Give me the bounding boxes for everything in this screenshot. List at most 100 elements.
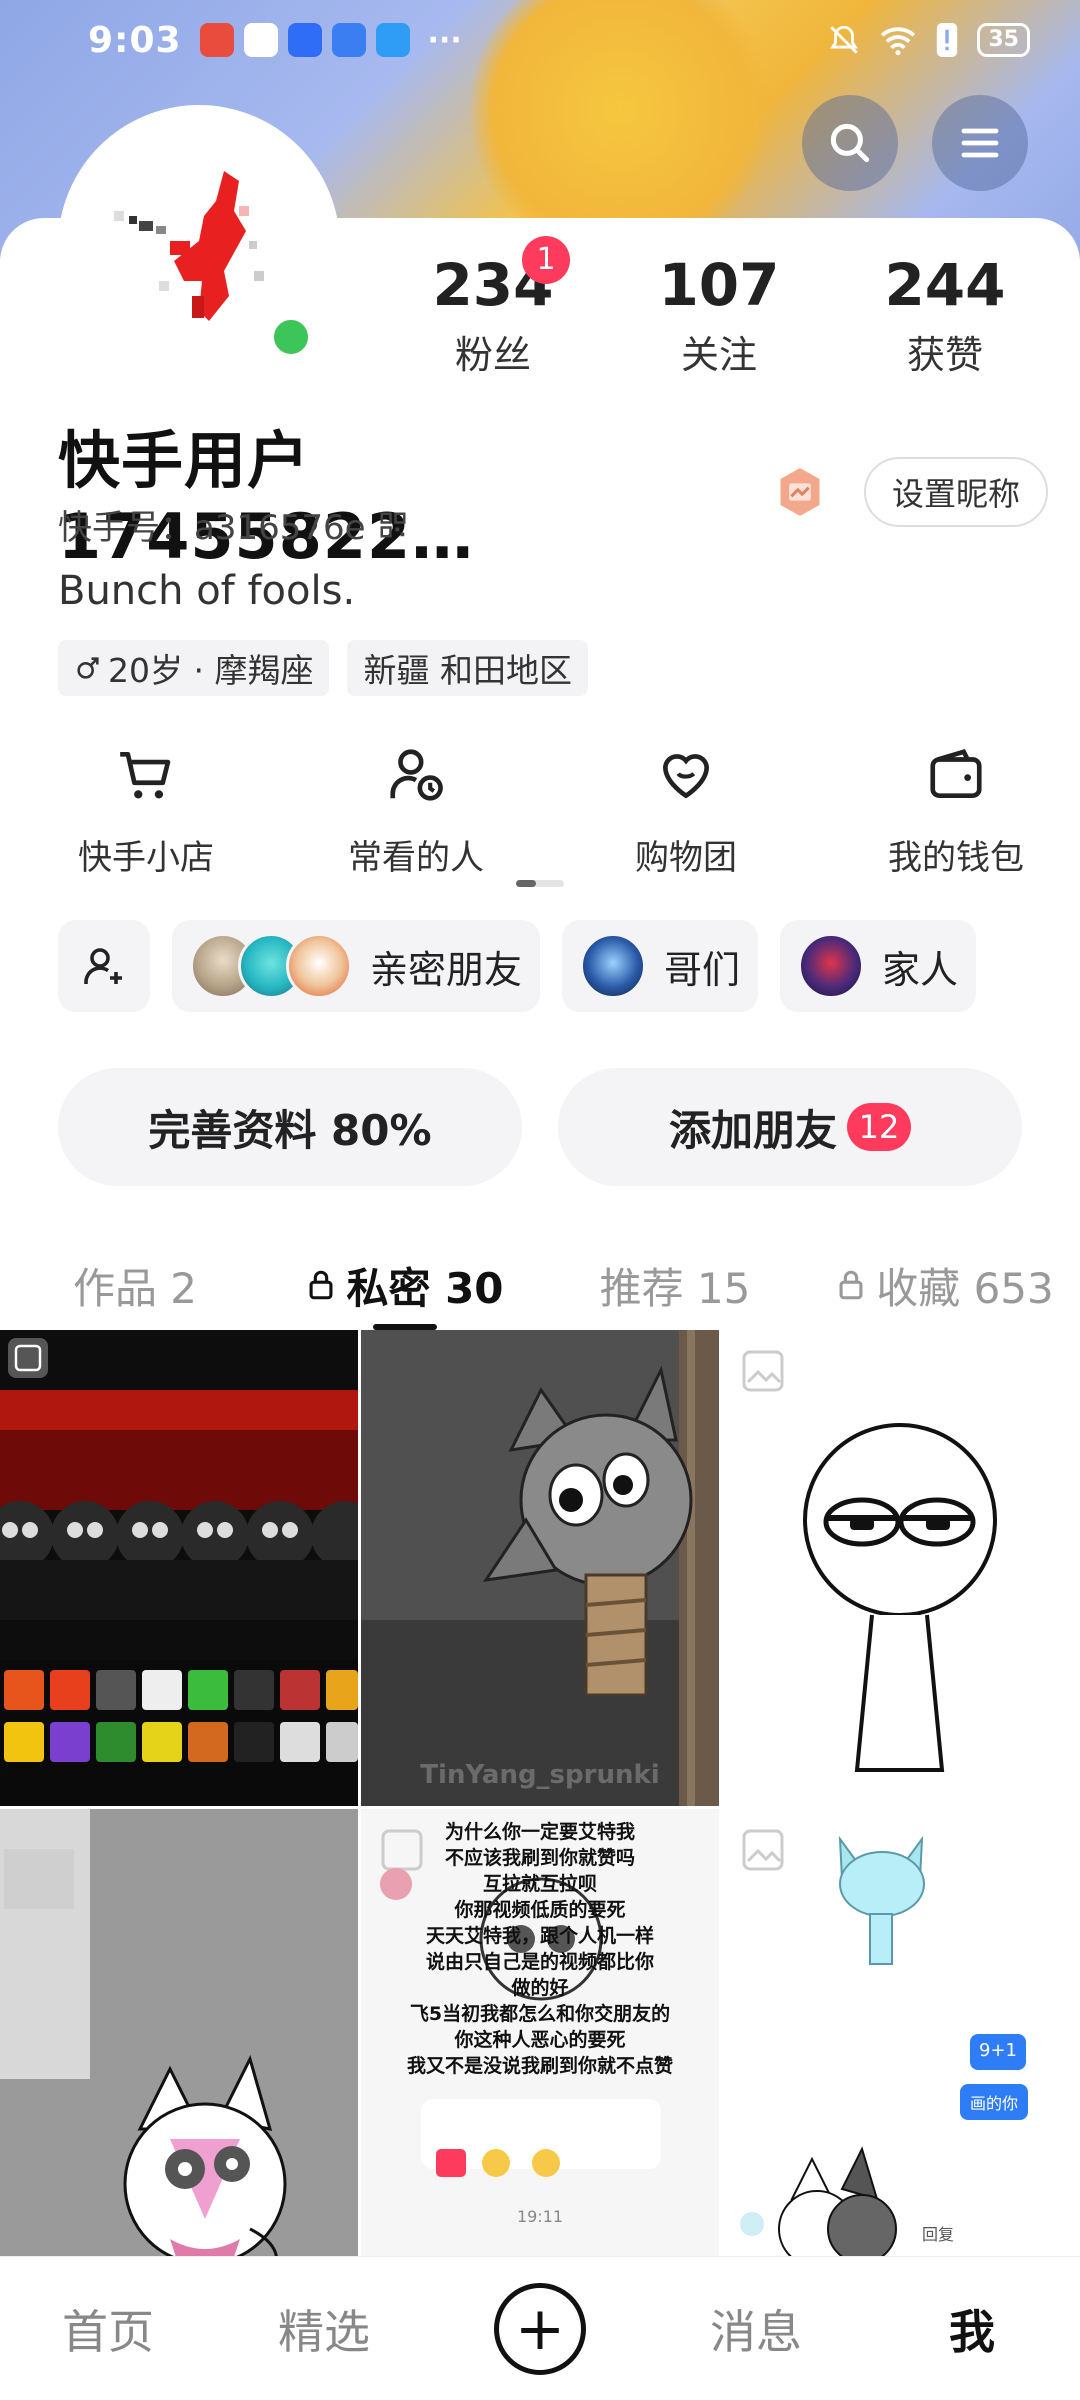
likes-label: 获赞 <box>906 333 983 377</box>
service-shopping-group[interactable]: 购物团 <box>562 740 810 879</box>
group-close-friends[interactable]: 亲密朋友 <box>172 920 541 1012</box>
video-thumbnail[interactable]: TinYang_sprunki <box>361 1330 719 1806</box>
likes-count: 244 <box>884 251 1006 319</box>
heart-group-icon <box>663 754 709 799</box>
nav-me[interactable]: 我 <box>864 2296 1080 2362</box>
age-tag: 20岁 · 摩羯座 <box>58 640 330 696</box>
nav-messages[interactable]: 消息 <box>648 2296 864 2362</box>
battery-indicator: 35 <box>977 23 1030 57</box>
kuaishou-id: 快手号：a316576e <box>58 508 366 548</box>
tab-favorites[interactable]: 收藏 653 <box>810 1240 1080 1330</box>
profile-stats: 234 粉丝 1 107 关注 244 获赞 <box>380 236 1060 379</box>
status-notification-icons: ··· <box>199 22 462 58</box>
status-bar: 9:03 ··· 35 <box>0 0 1080 80</box>
nav-home[interactable]: 首页 <box>0 2296 216 2362</box>
menu-button[interactable] <box>932 95 1028 191</box>
age-zodiac-text: 20岁 · 摩羯座 <box>108 651 314 690</box>
video-watermark: TinYang_sprunki <box>420 1760 660 1790</box>
chat-caption: 为什么你一定要艾特我 不应该我刷到你就赞吗 互拉就互拉呗 你那视频低质的要死 天… <box>361 1819 719 2079</box>
wallet-icon <box>930 748 982 798</box>
profile-tags: 20岁 · 摩羯座 新疆 和田地区 <box>58 640 588 696</box>
friend-avatar <box>580 933 647 999</box>
following-count: 107 <box>658 251 780 319</box>
video-thumbnail[interactable]: 9+1 画的你 回复 <box>722 1809 1080 2256</box>
friend-groups-row: 亲密朋友 哥们 家人 <box>58 920 1080 1012</box>
tab-private[interactable]: 私密 30 <box>270 1240 540 1330</box>
medal-badge-icon[interactable] <box>774 466 826 518</box>
globe-app-icon <box>331 23 366 57</box>
friend-avatar <box>798 933 865 999</box>
search-app-icon <box>375 23 410 57</box>
services-page-indicator <box>516 880 564 887</box>
location-tag: 新疆 和田地区 <box>347 640 588 696</box>
drawing-image <box>740 1829 1028 2256</box>
video-thumbnail[interactable] <box>0 1330 358 1806</box>
bottom-navigation: 首页 精选 + 消息 我 <box>0 2256 1080 2400</box>
service-kuaishou-shop[interactable]: 快手小店 <box>22 740 270 879</box>
mute-bell-icon <box>830 25 859 54</box>
stat-likes[interactable]: 244 获赞 <box>832 250 1058 379</box>
male-icon <box>77 657 99 679</box>
caption-line: 天天艾特我，跟个人机一样 <box>425 1925 654 1947</box>
service-wallet[interactable]: 我的钱包 <box>832 740 1080 879</box>
huawei-app-icon <box>199 23 234 57</box>
stat-following[interactable]: 107 关注 <box>606 250 832 379</box>
search-icon <box>830 123 870 163</box>
service-frequent-people[interactable]: 常看的人 <box>292 740 540 879</box>
group-buddies[interactable]: 哥们 <box>562 920 759 1012</box>
service-label: 快手小店 <box>78 838 214 878</box>
nav-featured[interactable]: 精选 <box>216 2296 432 2362</box>
profile-bio: Bunch of fools. <box>58 568 356 614</box>
tab-label: 私密 30 <box>346 1263 504 1313</box>
add-person-icon <box>84 948 122 984</box>
add-friends-button[interactable]: 添加朋友 12 <box>558 1068 1022 1186</box>
caption-line: 说由只自己是的视频都比你 <box>425 1951 654 1973</box>
lock-icon <box>839 1270 863 1300</box>
caption-line: 飞5当初我都怎么和你交朋友的 <box>409 2003 671 2025</box>
baidu-app-icon <box>287 23 322 57</box>
add-friend-group-button[interactable] <box>58 920 150 1012</box>
chat-time: 19:11 <box>516 2207 564 2226</box>
add-friends-label: 添加朋友 <box>668 1105 837 1155</box>
nav-create[interactable]: + <box>432 2282 648 2375</box>
caption-line: 不应该我刷到你就赞吗 <box>444 1847 635 1869</box>
video-thumbnail[interactable] <box>722 1330 1080 1806</box>
white-character-image <box>742 1350 997 1772</box>
cat-character-image <box>0 1809 358 2256</box>
tab-label: 收藏 653 <box>876 1263 1054 1313</box>
caption-line: 做的好 <box>511 1977 569 1999</box>
kuaishou-id-row[interactable]: 快手号：a316576e <box>58 500 408 549</box>
stat-followers[interactable]: 234 粉丝 1 <box>380 236 606 379</box>
group-label: 亲密朋友 <box>370 947 523 992</box>
group-label: 家人 <box>882 947 959 992</box>
caption-line: 互拉就互拉呗 <box>482 1873 597 1895</box>
gray-character-image <box>361 1330 719 1806</box>
add-friends-badge: 12 <box>847 1103 911 1151</box>
qr-code-icon[interactable] <box>378 510 408 540</box>
lock-icon <box>309 1270 333 1300</box>
set-nickname-button[interactable]: 设置昵称 <box>864 456 1048 527</box>
group-family[interactable]: 家人 <box>780 920 977 1012</box>
search-button[interactable] <box>802 95 898 191</box>
caption-line: 你那视频低质的要死 <box>454 1899 626 1921</box>
service-label: 我的钱包 <box>888 838 1024 878</box>
video-thumbnail[interactable] <box>0 1809 358 2256</box>
wifi-icon <box>881 27 916 56</box>
complete-profile-label: 完善资料 80% <box>148 1105 432 1155</box>
status-time: 9:03 <box>88 19 182 61</box>
complete-profile-button[interactable]: 完善资料 80% <box>58 1068 522 1186</box>
tab-works[interactable]: 作品 2 <box>0 1240 270 1330</box>
caption-line: 我又不是没说我刷到你就不点赞 <box>406 2055 673 2077</box>
caption-line: 为什么你一定要艾特我 <box>444 1821 635 1843</box>
profile-page: 9:03 ··· 35 234 粉丝 1 107 关注 244 获赞 快手用户1… <box>0 0 1080 2400</box>
comment-bubble: 画的你 <box>969 2094 1018 2113</box>
cart-icon <box>120 752 171 799</box>
service-label: 购物团 <box>635 838 737 878</box>
friend-avatar <box>286 933 352 999</box>
tab-recommended[interactable]: 推荐 15 <box>540 1240 810 1330</box>
comment-count-badge: 9+1 <box>979 2040 1017 2061</box>
service-label: 常看的人 <box>348 838 484 878</box>
more-notifications-icon: ··· <box>427 22 462 58</box>
video-thumbnail[interactable]: 为什么你一定要艾特我 不应该我刷到你就赞吗 互拉就互拉呗 你那视频低质的要死 天… <box>361 1809 719 2256</box>
following-label: 关注 <box>680 333 757 377</box>
